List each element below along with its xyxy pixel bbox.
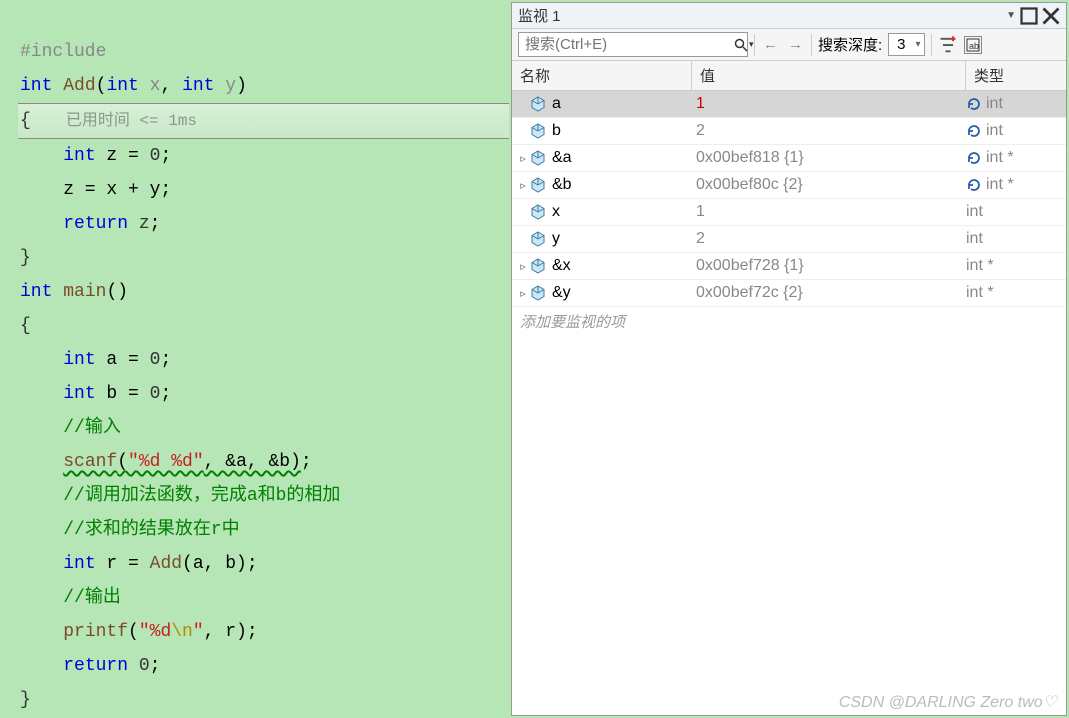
var-value: 1 <box>692 203 966 221</box>
separator <box>931 34 932 56</box>
expander-icon[interactable]: ▹ <box>516 260 530 273</box>
dropdown-icon[interactable]: ▼ <box>1006 10 1016 21</box>
var-value: 2 <box>692 230 966 248</box>
depth-label: 搜索深度: <box>818 34 882 55</box>
separator <box>811 34 812 56</box>
refresh-icon[interactable] <box>966 177 982 193</box>
var-value: 0x00bef818 {1} <box>692 149 966 167</box>
variable-icon <box>530 177 546 193</box>
header-type[interactable]: 类型 <box>966 61 1066 90</box>
variable-icon <box>530 258 546 274</box>
variable-icon <box>530 150 546 166</box>
var-type: int * <box>966 257 994 275</box>
expander-icon[interactable]: ▹ <box>516 152 530 165</box>
separator <box>754 34 755 56</box>
add-watch-item[interactable]: 添加要监视的项 <box>512 307 1066 336</box>
var-type: int * <box>966 284 994 302</box>
watch-row[interactable]: x 1 int <box>512 199 1066 226</box>
watch-row[interactable]: b 2 int <box>512 118 1066 145</box>
maximize-icon[interactable] <box>1020 8 1038 24</box>
watch-row[interactable]: ▹ &x 0x00bef728 {1} int * <box>512 253 1066 280</box>
var-name: b <box>552 122 561 140</box>
var-name: &a <box>552 149 572 167</box>
refresh-icon[interactable] <box>966 123 982 139</box>
variable-icon <box>530 231 546 247</box>
header-value[interactable]: 值 <box>692 61 966 90</box>
watch-panel: 监视 1 ▼ ▾ ← → 搜索深度: 3 ab <box>511 2 1067 716</box>
view-icon[interactable]: ab <box>964 36 982 54</box>
watch-row[interactable]: a 1 int <box>512 91 1066 118</box>
variable-icon <box>530 285 546 301</box>
code-editor[interactable]: #include ⌄int Add(int x, int y){已用时间 <= … <box>0 0 509 718</box>
var-type: int <box>966 230 983 248</box>
var-type: int <box>966 203 983 221</box>
var-name: &b <box>552 176 572 194</box>
var-type: int * <box>986 149 1014 167</box>
var-name: &x <box>552 257 571 275</box>
watch-headers: 名称 值 类型 <box>512 61 1066 91</box>
nav-forward-icon[interactable]: → <box>786 36 805 53</box>
expander-icon[interactable]: ▹ <box>516 179 530 192</box>
variable-icon <box>530 204 546 220</box>
var-name: a <box>552 95 561 113</box>
var-name: y <box>552 230 560 248</box>
filter-icon[interactable] <box>938 35 958 55</box>
refresh-icon[interactable] <box>966 150 982 166</box>
code-content: #include ⌄int Add(int x, int y){已用时间 <= … <box>18 35 509 717</box>
depth-select[interactable]: 3 <box>888 33 924 56</box>
search-input[interactable] <box>519 33 730 56</box>
var-value: 1 <box>692 95 966 113</box>
watch-toolbar: ▾ ← → 搜索深度: 3 ab <box>512 29 1066 61</box>
watch-title-text: 监视 1 <box>518 5 1006 26</box>
search-box: ▾ <box>518 32 748 57</box>
var-value: 2 <box>692 122 966 140</box>
var-type: int * <box>986 176 1014 194</box>
refresh-icon[interactable] <box>966 96 982 112</box>
close-icon[interactable] <box>1042 8 1060 24</box>
variable-icon <box>530 123 546 139</box>
var-value: 0x00bef72c {2} <box>692 284 966 302</box>
header-name[interactable]: 名称 <box>512 61 692 90</box>
var-type: int <box>986 95 1003 113</box>
svg-text:ab: ab <box>969 41 979 51</box>
var-value: 0x00bef728 {1} <box>692 257 966 275</box>
var-value: 0x00bef80c {2} <box>692 176 966 194</box>
watch-row[interactable]: ▹ &y 0x00bef72c {2} int * <box>512 280 1066 307</box>
watch-row[interactable]: y 2 int <box>512 226 1066 253</box>
watch-titlebar: 监视 1 ▼ <box>512 3 1066 29</box>
nav-back-icon[interactable]: ← <box>761 36 780 53</box>
expander-icon[interactable]: ▹ <box>516 287 530 300</box>
watch-rows: a 1 int b 2 int ▹ &a 0x00bef818 {1} int *… <box>512 91 1066 715</box>
watch-row[interactable]: ▹ &a 0x00bef818 {1} int * <box>512 145 1066 172</box>
variable-icon <box>530 96 546 112</box>
watermark: CSDN @DARLING Zero two♡ <box>839 692 1057 712</box>
var-type: int <box>986 122 1003 140</box>
watch-row[interactable]: ▹ &b 0x00bef80c {2} int * <box>512 172 1066 199</box>
var-name: x <box>552 203 560 221</box>
var-name: &y <box>552 284 571 302</box>
